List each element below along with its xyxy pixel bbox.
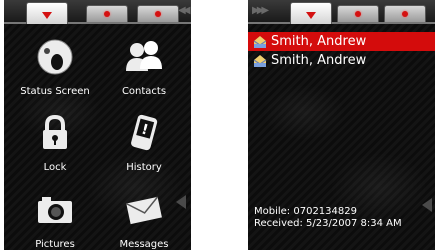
tab-menu[interactable] [290, 2, 332, 24]
down-arrow-icon [306, 11, 316, 19]
scroll-right-icon[interactable]: ◀◀ [178, 5, 191, 16]
down-arrow-icon [42, 11, 52, 19]
menu-item-pictures[interactable]: Pictures [10, 190, 100, 250]
menu-item-label: Pictures [35, 239, 75, 250]
envelope-icon [125, 196, 162, 225]
menu-item-contacts[interactable]: Contacts [99, 37, 189, 97]
people-icon [126, 41, 162, 71]
scroll-left-icon[interactable]: ▶▶▶ [252, 5, 269, 16]
dot-icon [155, 11, 161, 17]
menu-item-status-screen[interactable]: Status Screen [10, 37, 100, 97]
phone-screen-messages: ▶▶▶ Smith, Andrew Smith, Andrew Mobile: … [248, 0, 435, 250]
dot-icon [104, 11, 110, 17]
tab-3[interactable] [384, 5, 426, 22]
menu-item-label: Lock [43, 162, 67, 173]
menu-item-history[interactable]: ! History [99, 113, 189, 173]
menu-item-label: Messages [119, 239, 169, 250]
tab-2[interactable] [337, 5, 379, 22]
menu-item-label: Contacts [121, 86, 167, 97]
menu-item-label: History [126, 162, 162, 173]
contact-name: Smith, Andrew [271, 53, 367, 68]
open-envelope-icon [253, 54, 267, 67]
mobile-number: Mobile: 0702134829 [254, 206, 357, 217]
scroll-arrow-icon[interactable] [176, 195, 186, 209]
message-list-item[interactable]: Smith, Andrew [248, 32, 435, 51]
camera-icon [38, 197, 72, 223]
phone-screen-menu: ◀◀ Status Screen Contacts Lock ! History… [4, 0, 191, 250]
padlock-icon [43, 114, 67, 149]
dot-icon [355, 11, 361, 17]
contact-name: Smith, Andrew [271, 34, 367, 49]
tab-menu[interactable] [26, 2, 68, 24]
dial-icon [37, 39, 73, 75]
message-list-item[interactable]: Smith, Andrew [248, 51, 435, 70]
phone-history-icon: ! [131, 114, 158, 151]
tab-3[interactable] [137, 5, 179, 22]
received-date: Received: 5/23/2007 8:34 AM [254, 218, 402, 229]
scroll-arrow-icon[interactable] [422, 198, 432, 212]
menu-item-label: Status Screen [20, 86, 90, 97]
tab-bar: ◀◀ [4, 0, 191, 24]
tab-2[interactable] [86, 5, 128, 22]
dot-icon [402, 11, 408, 17]
menu-item-lock[interactable]: Lock [10, 113, 100, 173]
tab-bar: ▶▶▶ [248, 0, 435, 24]
open-envelope-icon [253, 35, 267, 48]
